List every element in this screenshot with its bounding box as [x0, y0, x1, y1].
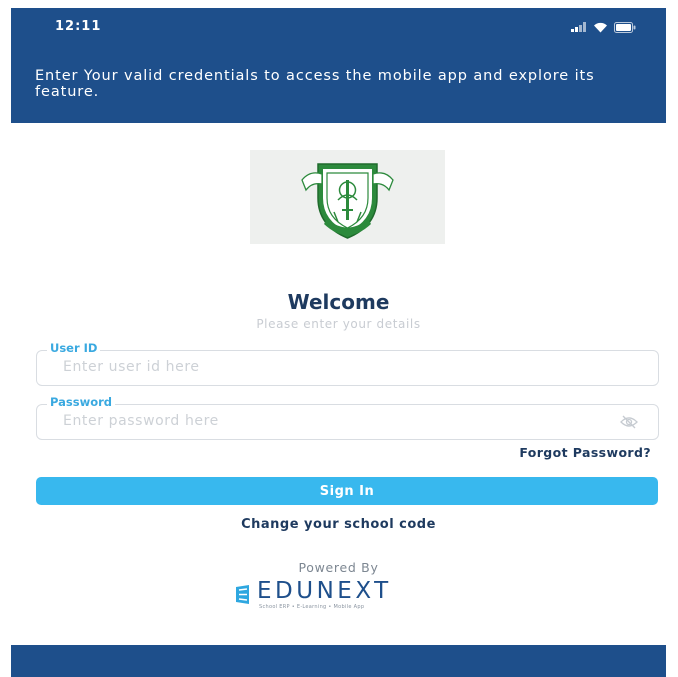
powered-by-label: Powered By	[298, 560, 379, 575]
password-field[interactable]: Password	[36, 395, 659, 440]
school-logo	[250, 150, 445, 244]
brand-tagline: School ERP • E-Learning • Mobile App	[259, 604, 365, 610]
change-school-code-link[interactable]: Change your school code	[11, 517, 666, 532]
user-id-label: User ID	[47, 341, 101, 355]
header-message: Enter Your valid credentials to access t…	[35, 68, 595, 100]
forgot-password-link[interactable]: Forgot Password?	[519, 445, 651, 460]
wifi-icon	[594, 22, 607, 32]
brand-name: EDUNEXT	[257, 578, 392, 604]
footer-bar	[11, 645, 666, 677]
battery-icon	[614, 21, 636, 33]
status-bar: 12:11	[11, 8, 666, 44]
welcome-title: Welcome	[287, 290, 390, 314]
status-time: 12:11	[55, 19, 102, 34]
status-icons	[571, 21, 636, 33]
user-id-input[interactable]	[63, 359, 583, 375]
header: 12:11 Enter Your valid credentials to ac…	[11, 8, 666, 123]
edunext-logo: EDUNEXT School ERP • E-Learning • Mobile…	[234, 578, 434, 613]
sign-in-button[interactable]: Sign In	[36, 477, 658, 505]
school-crest-icon	[301, 163, 394, 239]
app-screen: 12:11 Enter Your valid credentials to ac…	[11, 8, 666, 677]
welcome-subtitle: Please enter your details	[256, 317, 421, 331]
user-id-field[interactable]: User ID	[36, 341, 659, 386]
eye-off-icon[interactable]	[620, 415, 638, 429]
password-input[interactable]	[63, 413, 583, 429]
edunext-logo-icon	[236, 585, 249, 604]
password-label: Password	[47, 395, 115, 409]
signal-icon	[571, 22, 586, 32]
